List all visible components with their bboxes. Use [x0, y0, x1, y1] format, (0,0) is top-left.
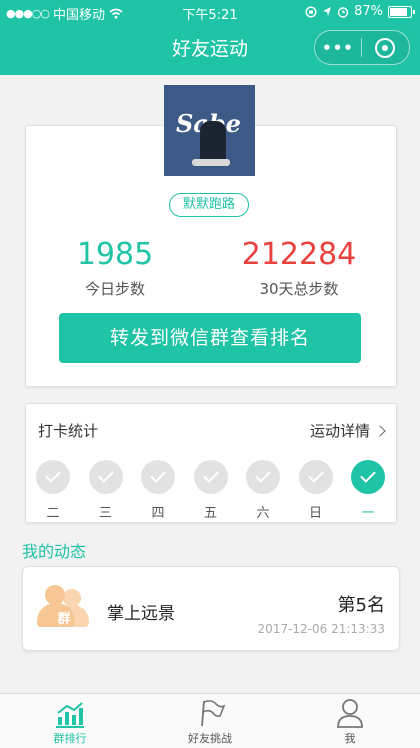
today-steps-label: 今日步数 [84, 280, 145, 298]
exercise-detail-label: 运动详情 [309, 422, 370, 440]
check-icon [246, 460, 280, 494]
close-mini-program-button[interactable] [362, 37, 408, 58]
target-icon [375, 37, 395, 58]
day-label: 一 [361, 506, 375, 521]
bar-chart-icon [56, 702, 84, 728]
activity-item[interactable]: 群 掌上远景 第5名 2017-12-06 21:13:33 [22, 566, 400, 651]
person-icon [337, 699, 363, 728]
day-label: 日 [308, 506, 322, 521]
activity-timestamp: 2017-12-06 21:13:33 [257, 622, 385, 636]
mini-program-capsule: ••• [314, 30, 410, 65]
checkin-day: 三 [88, 460, 123, 521]
today-steps-stat: 1985 今日步数 [30, 237, 200, 299]
tab-group-ranking[interactable]: 群排行 [0, 694, 140, 748]
tab-me[interactable]: 我 [280, 694, 420, 748]
more-menu-button[interactable]: ••• [315, 39, 361, 57]
tab-label: 群排行 [53, 732, 87, 745]
day-label: 四 [151, 506, 165, 521]
group-badge-label: 群 [57, 612, 71, 627]
group-name: 掌上远景 [107, 604, 175, 624]
top-bar: ●●●○○ 中国移动 下午5:21 87% 好友运动 ••• [0, 0, 420, 75]
check-icon [36, 460, 70, 494]
check-icon [298, 460, 333, 494]
total-steps-value: 212284 [241, 237, 357, 272]
user-name-badge: 默默跑路 [169, 193, 249, 217]
avatar-shoe [192, 159, 230, 166]
chevron-right-icon [374, 424, 386, 437]
orientation-lock-icon [305, 5, 317, 18]
checkin-day: 六 [246, 460, 280, 521]
total-steps-stat: 212284 30天总步数 [214, 237, 384, 299]
checkin-card: 打卡统计 运动详情 二 三 四 五 六 日 一 [25, 403, 397, 523]
exercise-detail-link[interactable]: 运动详情 [309, 420, 386, 441]
day-label: 五 [203, 506, 217, 521]
battery-icon [388, 5, 415, 18]
flag-icon [201, 700, 225, 727]
check-icon [351, 460, 385, 494]
checkin-title: 打卡统计 [38, 422, 99, 440]
share-to-group-button[interactable]: 转发到微信群查看排名 [59, 313, 361, 363]
my-activity-title: 我的动态 [22, 542, 87, 561]
status-bar: ●●●○○ 中国移动 下午5:21 87% [0, 0, 420, 24]
total-steps-label: 30天总步数 [259, 280, 339, 298]
day-label: 六 [256, 506, 270, 521]
checkin-day: 二 [36, 460, 70, 521]
tab-label: 我 [344, 732, 356, 745]
day-label: 二 [46, 506, 60, 521]
tab-bar: 群排行 好友挑战 我 [0, 693, 420, 748]
tab-friend-challenge[interactable]: 好友挑战 [140, 694, 280, 748]
checkin-day: 四 [141, 460, 175, 521]
checkin-day: 五 [193, 460, 228, 521]
today-steps-value: 1985 [76, 237, 154, 272]
check-icon [141, 460, 175, 494]
alarm-icon [337, 6, 349, 18]
avatar: Sabe [164, 85, 255, 176]
location-icon [323, 7, 332, 16]
check-icon [88, 460, 123, 494]
battery-percent: 87% [354, 4, 383, 19]
checkin-day-today: 一 [351, 460, 385, 521]
group-icon: 群 [37, 581, 91, 635]
check-icon [193, 460, 228, 494]
tab-label: 好友挑战 [188, 732, 232, 745]
group-rank: 第5名 [337, 595, 385, 616]
avatar-figure [200, 121, 226, 161]
checkin-day: 日 [298, 460, 333, 521]
day-label: 三 [98, 506, 112, 521]
